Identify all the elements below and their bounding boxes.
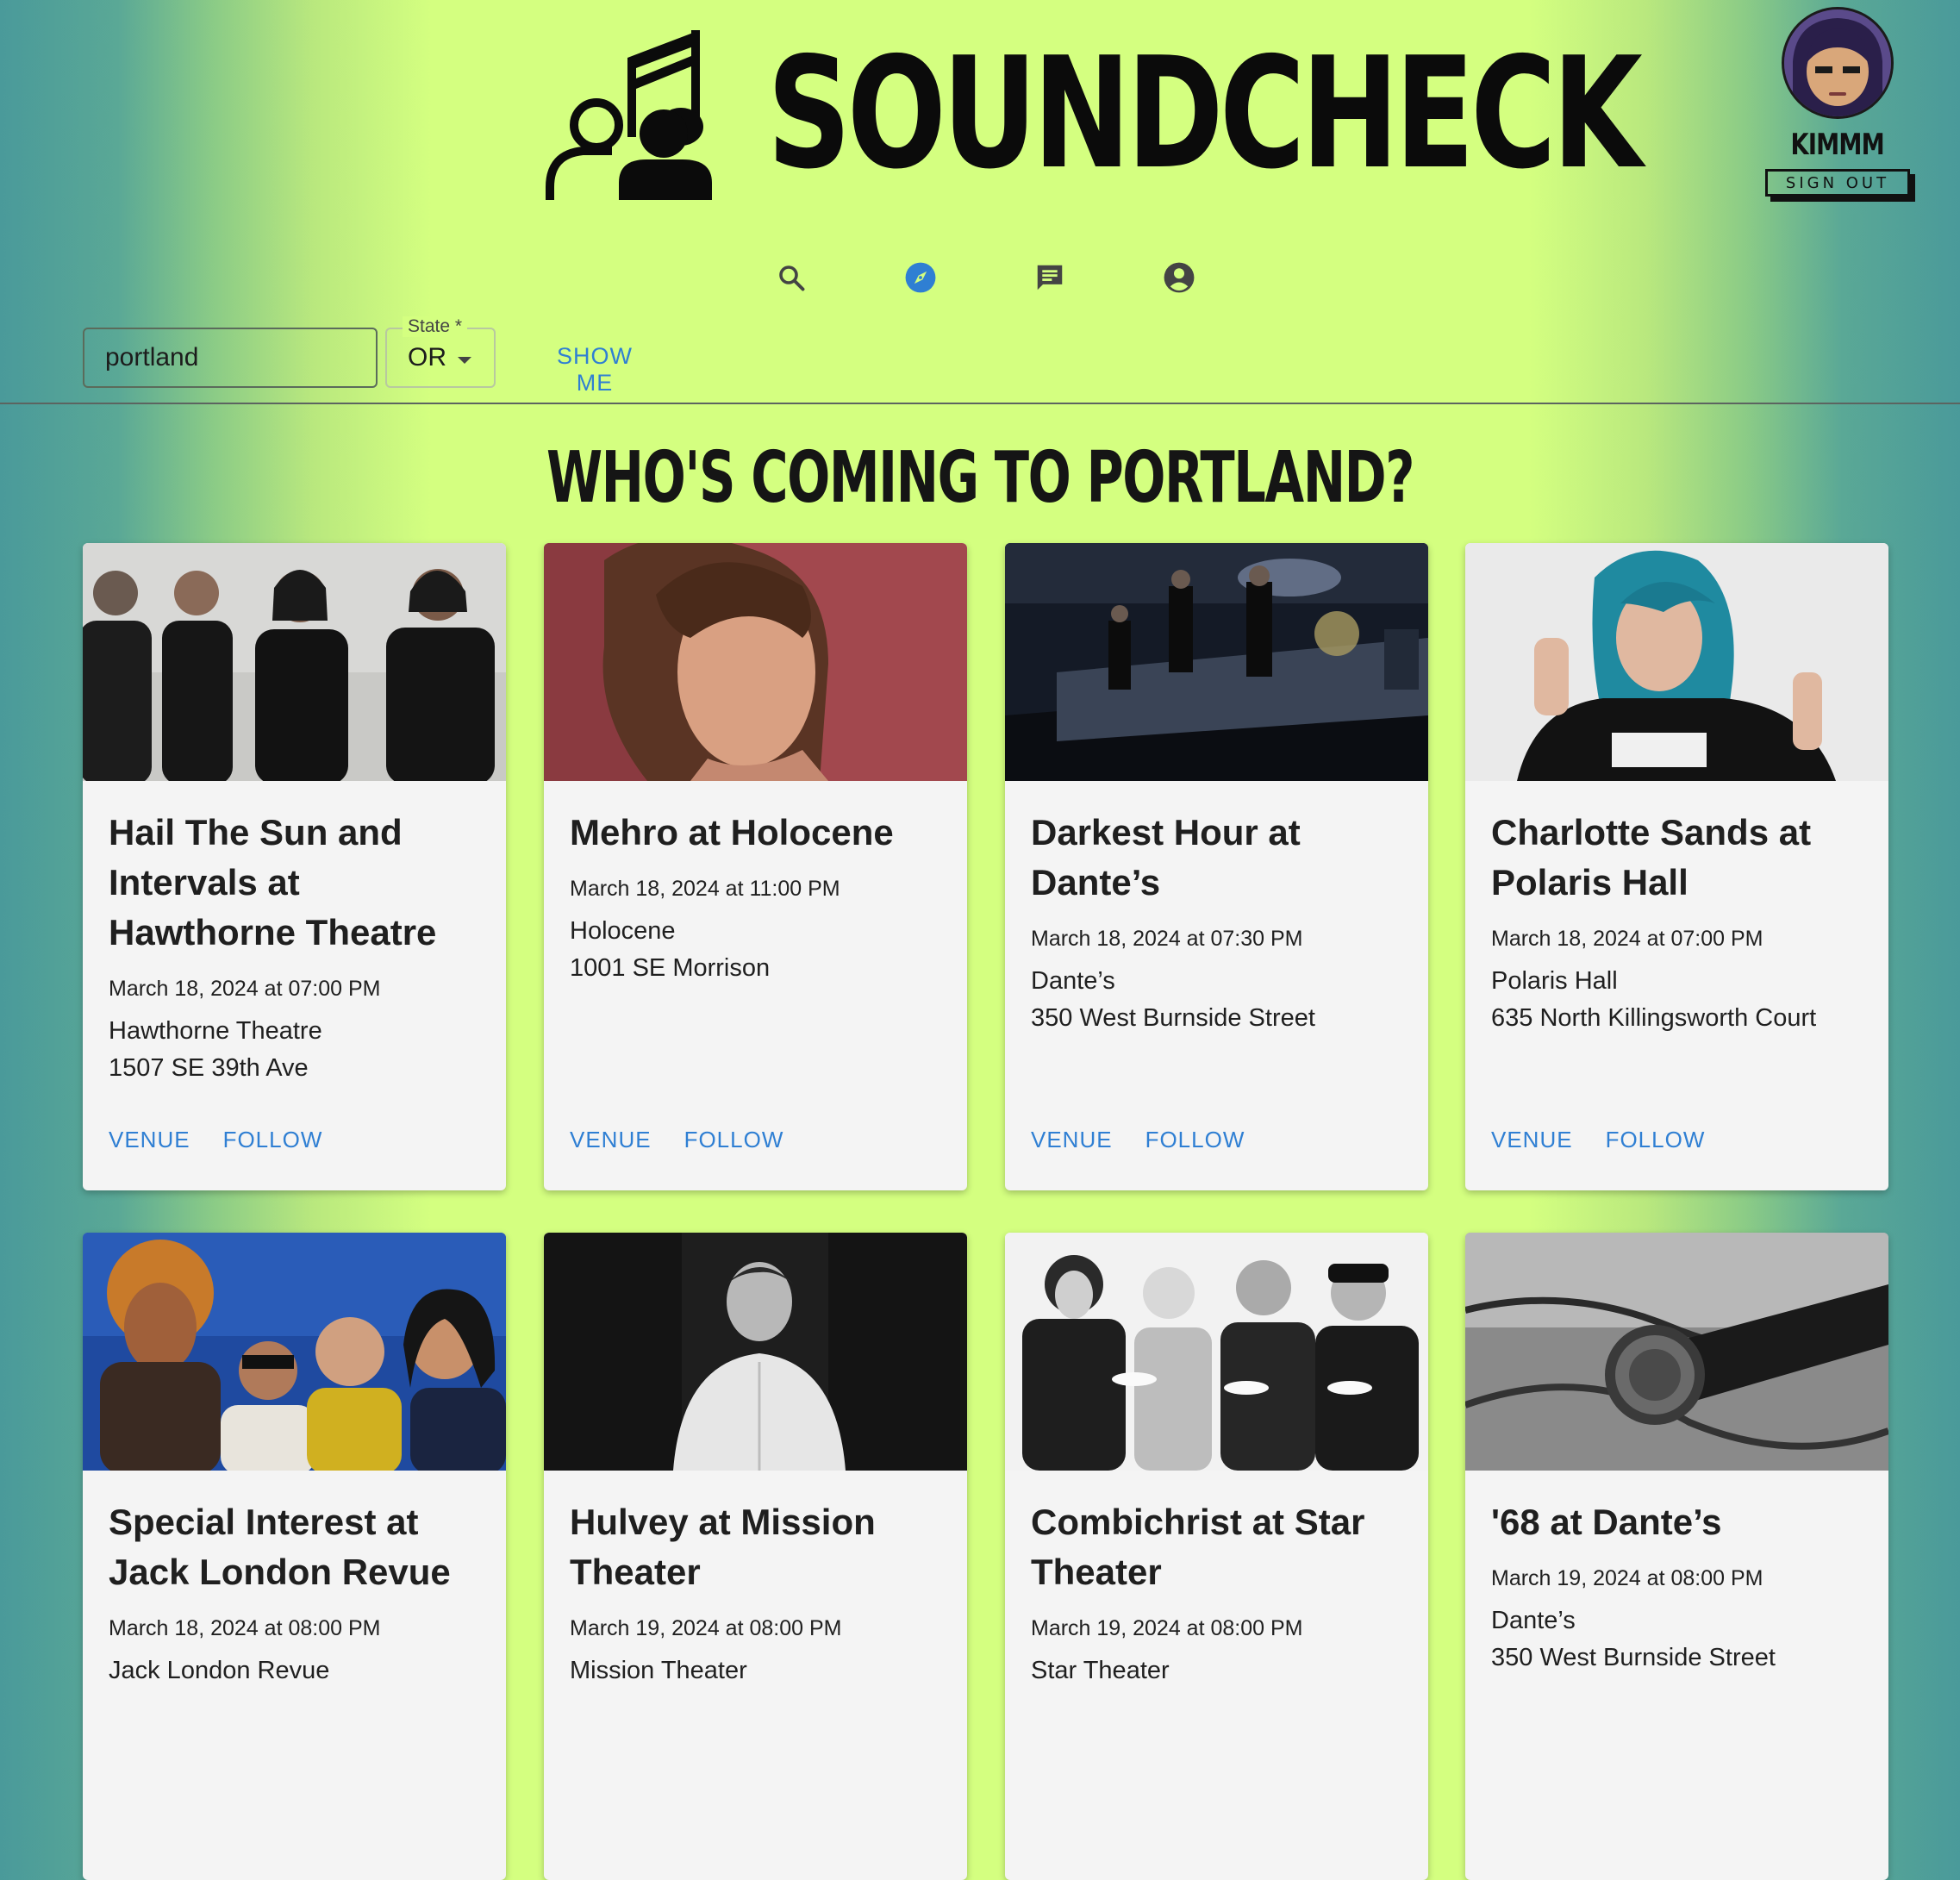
- venue-name: Polaris Hall: [1491, 967, 1618, 995]
- event-card: Hail The Sun and Intervals at Hawthorne …: [83, 543, 506, 1190]
- follow-button[interactable]: FOLLOW: [1145, 1127, 1245, 1153]
- city-input[interactable]: [83, 328, 378, 388]
- follow-button[interactable]: FOLLOW: [684, 1127, 784, 1153]
- venue-address: 1001 SE Morrison: [570, 954, 771, 982]
- event-image-artist-portrait[interactable]: [544, 1233, 967, 1471]
- event-image-artist-portrait[interactable]: [544, 543, 967, 781]
- follow-button[interactable]: FOLLOW: [223, 1127, 323, 1153]
- event-title: Special Interest at Jack London Revue: [109, 1502, 451, 1592]
- avatar-face-icon: [1784, 9, 1891, 116]
- event-image-band-photo[interactable]: [83, 1233, 506, 1474]
- venue-address: 350 West Burnside Street: [1491, 1644, 1776, 1671]
- event-datetime: March 18, 2024 at 11:00 PM: [570, 877, 840, 901]
- search-icon[interactable]: [774, 260, 808, 295]
- event-title: Charlotte Sands at Polaris Hall: [1491, 812, 1812, 903]
- username: KIMMM: [1790, 128, 1885, 162]
- venue-name: Dante’s: [1031, 967, 1115, 995]
- event-image-artist-blue-hair[interactable]: [1465, 543, 1888, 781]
- event-image-microphone[interactable]: [1465, 1233, 1888, 1471]
- venue-button[interactable]: VENUE: [109, 1127, 190, 1153]
- event-datetime: March 19, 2024 at 08:00 PM: [1491, 1566, 1763, 1590]
- app-name: SOUNDCHECK: [767, 24, 1643, 203]
- venue-name: Mission Theater: [570, 1657, 747, 1684]
- venue-address: 635 North Killingsworth Court: [1491, 1004, 1817, 1032]
- event-image-band-photo[interactable]: [83, 543, 506, 784]
- card-actions: VENUE FOLLOW: [109, 1127, 322, 1153]
- venue-name: Hawthorne Theatre: [109, 1017, 322, 1045]
- event-datetime: March 18, 2024 at 07:00 PM: [1491, 927, 1763, 951]
- event-title: '68 at Dante’s: [1491, 1502, 1722, 1542]
- follow-button[interactable]: FOLLOW: [1606, 1127, 1706, 1153]
- event-card: '68 at Dante’s March 19, 2024 at 08:00 P…: [1465, 1233, 1888, 1880]
- event-title: Combichrist at Star Theater: [1031, 1502, 1365, 1592]
- venue-name: Dante’s: [1491, 1607, 1576, 1634]
- state-label: State *: [403, 316, 468, 337]
- event-title: Darkest Hour at Dante’s: [1031, 812, 1301, 903]
- user-menu: KIMMM SIGN OUT: [1760, 7, 1915, 197]
- venue-name: Holocene: [570, 917, 676, 945]
- event-title: Mehro at Holocene: [570, 812, 894, 853]
- main-nav: [774, 260, 1196, 295]
- sign-out-button[interactable]: SIGN OUT: [1765, 169, 1910, 197]
- page-title: WHO'S COMING TO PORTLAND?: [546, 437, 1415, 519]
- venue-name: Star Theater: [1031, 1657, 1170, 1684]
- card-actions: VENUE FOLLOW: [570, 1127, 783, 1153]
- event-card: Mehro at Holocene March 18, 2024 at 11:0…: [544, 543, 967, 1190]
- avatar[interactable]: [1782, 7, 1894, 119]
- state-value: OR: [408, 343, 446, 372]
- account-icon[interactable]: [1162, 260, 1196, 295]
- header-divider: [0, 403, 1960, 404]
- event-title: Hail The Sun and Intervals at Hawthorne …: [109, 812, 437, 952]
- event-card: Charlotte Sands at Polaris Hall March 18…: [1465, 543, 1888, 1190]
- card-actions: VENUE FOLLOW: [1491, 1127, 1705, 1153]
- state-select[interactable]: State * OR: [385, 316, 496, 388]
- event-datetime: March 18, 2024 at 07:00 PM: [109, 977, 381, 1001]
- explore-compass-icon[interactable]: [903, 260, 938, 295]
- show-me-button[interactable]: SHOW ME: [548, 338, 641, 402]
- venue-button[interactable]: VENUE: [570, 1127, 652, 1153]
- app-logo[interactable]: SOUNDCHECK: [543, 19, 1914, 209]
- venue-button[interactable]: VENUE: [1491, 1127, 1573, 1153]
- caret-down-icon: [458, 357, 471, 364]
- event-card: Hulvey at Mission Theater March 19, 2024…: [544, 1233, 967, 1880]
- event-card: Special Interest at Jack London Revue Ma…: [83, 1233, 506, 1880]
- venue-name: Jack London Revue: [109, 1657, 330, 1684]
- messages-icon[interactable]: [1033, 260, 1067, 295]
- venue-address: 350 West Burnside Street: [1031, 1004, 1315, 1032]
- card-actions: VENUE FOLLOW: [1031, 1127, 1245, 1153]
- event-image-band-photo[interactable]: [1005, 1233, 1428, 1471]
- event-datetime: March 19, 2024 at 08:00 PM: [570, 1616, 842, 1640]
- event-image-concert-stage[interactable]: [1005, 543, 1428, 781]
- logo-people-music-icon: [546, 30, 712, 200]
- venue-button[interactable]: VENUE: [1031, 1127, 1113, 1153]
- event-datetime: March 18, 2024 at 08:00 PM: [109, 1616, 381, 1640]
- event-card: Combichrist at Star Theater March 19, 20…: [1005, 1233, 1428, 1880]
- event-title: Hulvey at Mission Theater: [570, 1502, 876, 1592]
- event-datetime: March 18, 2024 at 07:30 PM: [1031, 927, 1303, 951]
- event-datetime: March 19, 2024 at 08:00 PM: [1031, 1616, 1303, 1640]
- venue-address: 1507 SE 39th Ave: [109, 1054, 309, 1082]
- event-card: Darkest Hour at Dante’s March 18, 2024 a…: [1005, 543, 1428, 1190]
